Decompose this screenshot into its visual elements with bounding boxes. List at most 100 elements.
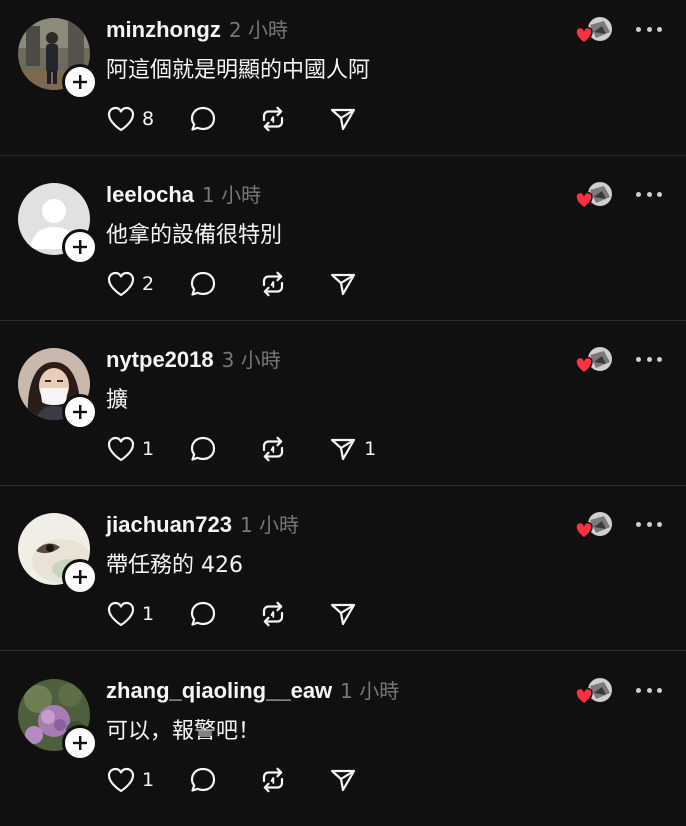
red-heart-badge-icon bbox=[575, 356, 593, 374]
comment-item: nytpe2018 3 小時 擴 1 1 bbox=[0, 330, 686, 495]
repost-button[interactable] bbox=[258, 434, 294, 464]
like-button[interactable]: 8 bbox=[106, 104, 154, 134]
action-bar: 2 bbox=[106, 269, 398, 299]
liked-by-author-badge[interactable] bbox=[574, 181, 616, 211]
repost-arrows-icon bbox=[262, 767, 284, 793]
timestamp[interactable]: 1 小時 bbox=[240, 509, 299, 538]
timestamp[interactable]: 1 小時 bbox=[340, 675, 399, 704]
more-dots-icon bbox=[636, 191, 641, 197]
reply-button[interactable] bbox=[188, 269, 224, 299]
share-count: 1 bbox=[364, 438, 377, 460]
avatar-container[interactable] bbox=[18, 348, 98, 430]
comment-item: zhang_qiaoling__eaw 1 小時 可以，報警吧！ 1 bbox=[0, 661, 686, 826]
username[interactable]: minzhongz bbox=[106, 17, 221, 43]
comment-header: nytpe2018 3 小時 bbox=[106, 344, 281, 374]
share-button[interactable] bbox=[328, 104, 364, 134]
like-button[interactable]: 1 bbox=[106, 434, 154, 464]
liked-by-author-badge[interactable] bbox=[574, 16, 616, 46]
divider bbox=[0, 155, 686, 156]
like-count: 1 bbox=[142, 603, 155, 625]
send-paper-plane-icon bbox=[330, 603, 356, 626]
reply-button[interactable] bbox=[188, 599, 224, 629]
repost-button[interactable] bbox=[258, 765, 294, 795]
more-dots-icon bbox=[636, 356, 641, 362]
repost-arrows-icon bbox=[262, 106, 284, 132]
plus-icon bbox=[73, 405, 87, 419]
more-options-button[interactable] bbox=[636, 517, 662, 531]
timestamp[interactable]: 1 小時 bbox=[202, 179, 261, 208]
comment-text: 可以，報警吧！ bbox=[106, 719, 261, 744]
heart-outline-icon bbox=[107, 767, 135, 793]
comment-header: minzhongz 2 小時 bbox=[106, 14, 288, 44]
follow-button[interactable] bbox=[62, 64, 98, 100]
comment-item: minzhongz 2 小時 阿這個就是明顯的中國人阿 8 bbox=[0, 0, 686, 165]
like-count: 8 bbox=[142, 108, 155, 130]
avatar-container[interactable] bbox=[18, 18, 98, 100]
follow-button[interactable] bbox=[62, 559, 98, 595]
send-paper-plane-icon bbox=[330, 438, 356, 461]
share-button[interactable] bbox=[328, 269, 364, 299]
like-count: 2 bbox=[142, 273, 155, 295]
heart-outline-icon bbox=[107, 106, 135, 132]
send-paper-plane-icon bbox=[330, 273, 356, 296]
like-button[interactable]: 2 bbox=[106, 269, 154, 299]
share-button[interactable] bbox=[328, 765, 364, 795]
divider bbox=[0, 485, 686, 486]
plus-icon bbox=[73, 75, 87, 89]
like-button[interactable]: 1 bbox=[106, 599, 154, 629]
comment-bubble-icon bbox=[190, 601, 216, 626]
comment-bubble-icon bbox=[190, 436, 216, 461]
repost-button[interactable] bbox=[258, 599, 294, 629]
follow-button[interactable] bbox=[62, 394, 98, 430]
repost-button[interactable] bbox=[258, 104, 294, 134]
plus-icon bbox=[73, 736, 87, 750]
heart-outline-icon bbox=[107, 436, 135, 462]
username[interactable]: zhang_qiaoling__eaw bbox=[106, 678, 332, 704]
plus-icon bbox=[73, 570, 87, 584]
avatar-container[interactable] bbox=[18, 183, 98, 265]
comment-header: zhang_qiaoling__eaw 1 小時 bbox=[106, 675, 399, 705]
red-heart-badge-icon bbox=[575, 26, 593, 44]
more-options-button[interactable] bbox=[636, 22, 662, 36]
more-dots-icon bbox=[636, 687, 641, 693]
reply-button[interactable] bbox=[188, 104, 224, 134]
avatar-container[interactable] bbox=[18, 679, 98, 761]
reply-button[interactable] bbox=[188, 434, 224, 464]
username[interactable]: jiachuan723 bbox=[106, 512, 232, 538]
liked-by-author-badge[interactable] bbox=[574, 346, 616, 376]
share-button[interactable] bbox=[328, 599, 364, 629]
more-options-button[interactable] bbox=[636, 352, 662, 366]
timestamp[interactable]: 3 小時 bbox=[222, 344, 281, 373]
comment-header: jiachuan723 1 小時 bbox=[106, 509, 299, 539]
comment-item: jiachuan723 1 小時 帶任務的 426 1 bbox=[0, 495, 686, 660]
liked-by-author-badge[interactable] bbox=[574, 511, 616, 541]
more-options-button[interactable] bbox=[636, 187, 662, 201]
avatar-container[interactable] bbox=[18, 513, 98, 595]
like-button[interactable]: 1 bbox=[106, 765, 154, 795]
more-options-button[interactable] bbox=[636, 683, 662, 697]
follow-button[interactable] bbox=[62, 725, 98, 761]
share-button[interactable]: 1 bbox=[328, 434, 376, 464]
reply-button[interactable] bbox=[188, 765, 224, 795]
timestamp[interactable]: 2 小時 bbox=[229, 14, 288, 43]
action-bar: 1 bbox=[106, 765, 398, 795]
red-heart-badge-icon bbox=[575, 521, 593, 539]
plus-icon bbox=[73, 240, 87, 254]
liked-by-author-badge[interactable] bbox=[574, 677, 616, 707]
follow-button[interactable] bbox=[62, 229, 98, 265]
action-bar: 1 bbox=[106, 434, 410, 464]
heart-outline-icon bbox=[107, 271, 135, 297]
repost-button[interactable] bbox=[258, 269, 294, 299]
comment-bubble-icon bbox=[190, 106, 216, 131]
username[interactable]: leelocha bbox=[106, 182, 194, 208]
comment-text: 阿這個就是明顯的中國人阿 bbox=[106, 58, 371, 83]
comment-header: leelocha 1 小時 bbox=[106, 179, 261, 209]
red-heart-badge-icon bbox=[575, 687, 593, 705]
send-paper-plane-icon bbox=[330, 769, 356, 792]
like-count: 1 bbox=[142, 438, 155, 460]
comment-bubble-icon bbox=[190, 767, 216, 792]
like-count: 1 bbox=[142, 769, 155, 791]
repost-arrows-icon bbox=[262, 271, 284, 297]
heart-outline-icon bbox=[107, 601, 135, 627]
username[interactable]: nytpe2018 bbox=[106, 347, 214, 373]
